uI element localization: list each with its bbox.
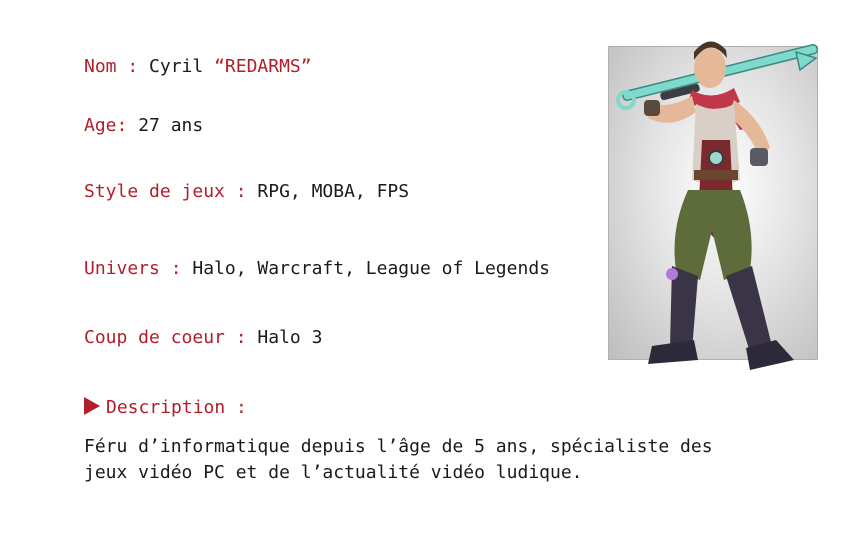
play-triangle-icon [84, 397, 100, 415]
description-label: Description : [106, 397, 247, 418]
age-value: 27 ans [138, 115, 204, 136]
field-coup-de-coeur: Coup de coeur : Halo 3 [84, 327, 322, 349]
style-label: Style de jeux : [84, 181, 258, 202]
description-heading: Description : [84, 397, 247, 419]
description-text: Féru d’informatique depuis l’âge de 5 an… [84, 436, 713, 483]
field-univers: Univers : Halo, Warcraft, League of Lege… [84, 258, 550, 280]
style-value: RPG, MOBA, FPS [257, 181, 410, 202]
univers-value: Halo, Warcraft, League of Legends [192, 258, 550, 279]
field-style: Style de jeux : RPG, MOBA, FPS [84, 181, 409, 203]
field-age: Age: 27 ans [84, 115, 203, 137]
character-illustration [616, 41, 819, 370]
nom-label: Nom : [84, 56, 150, 77]
nom-nickname: “REDARMS” [214, 56, 312, 77]
coup-label: Coup de coeur : [84, 327, 258, 348]
age-label: Age: [84, 115, 139, 136]
coup-value: Halo 3 [257, 327, 323, 348]
univers-label: Univers : [84, 258, 193, 279]
head [694, 41, 727, 88]
nom-value: Cyril [149, 56, 215, 77]
field-nom: Nom : Cyril “REDARMS” [84, 56, 312, 78]
